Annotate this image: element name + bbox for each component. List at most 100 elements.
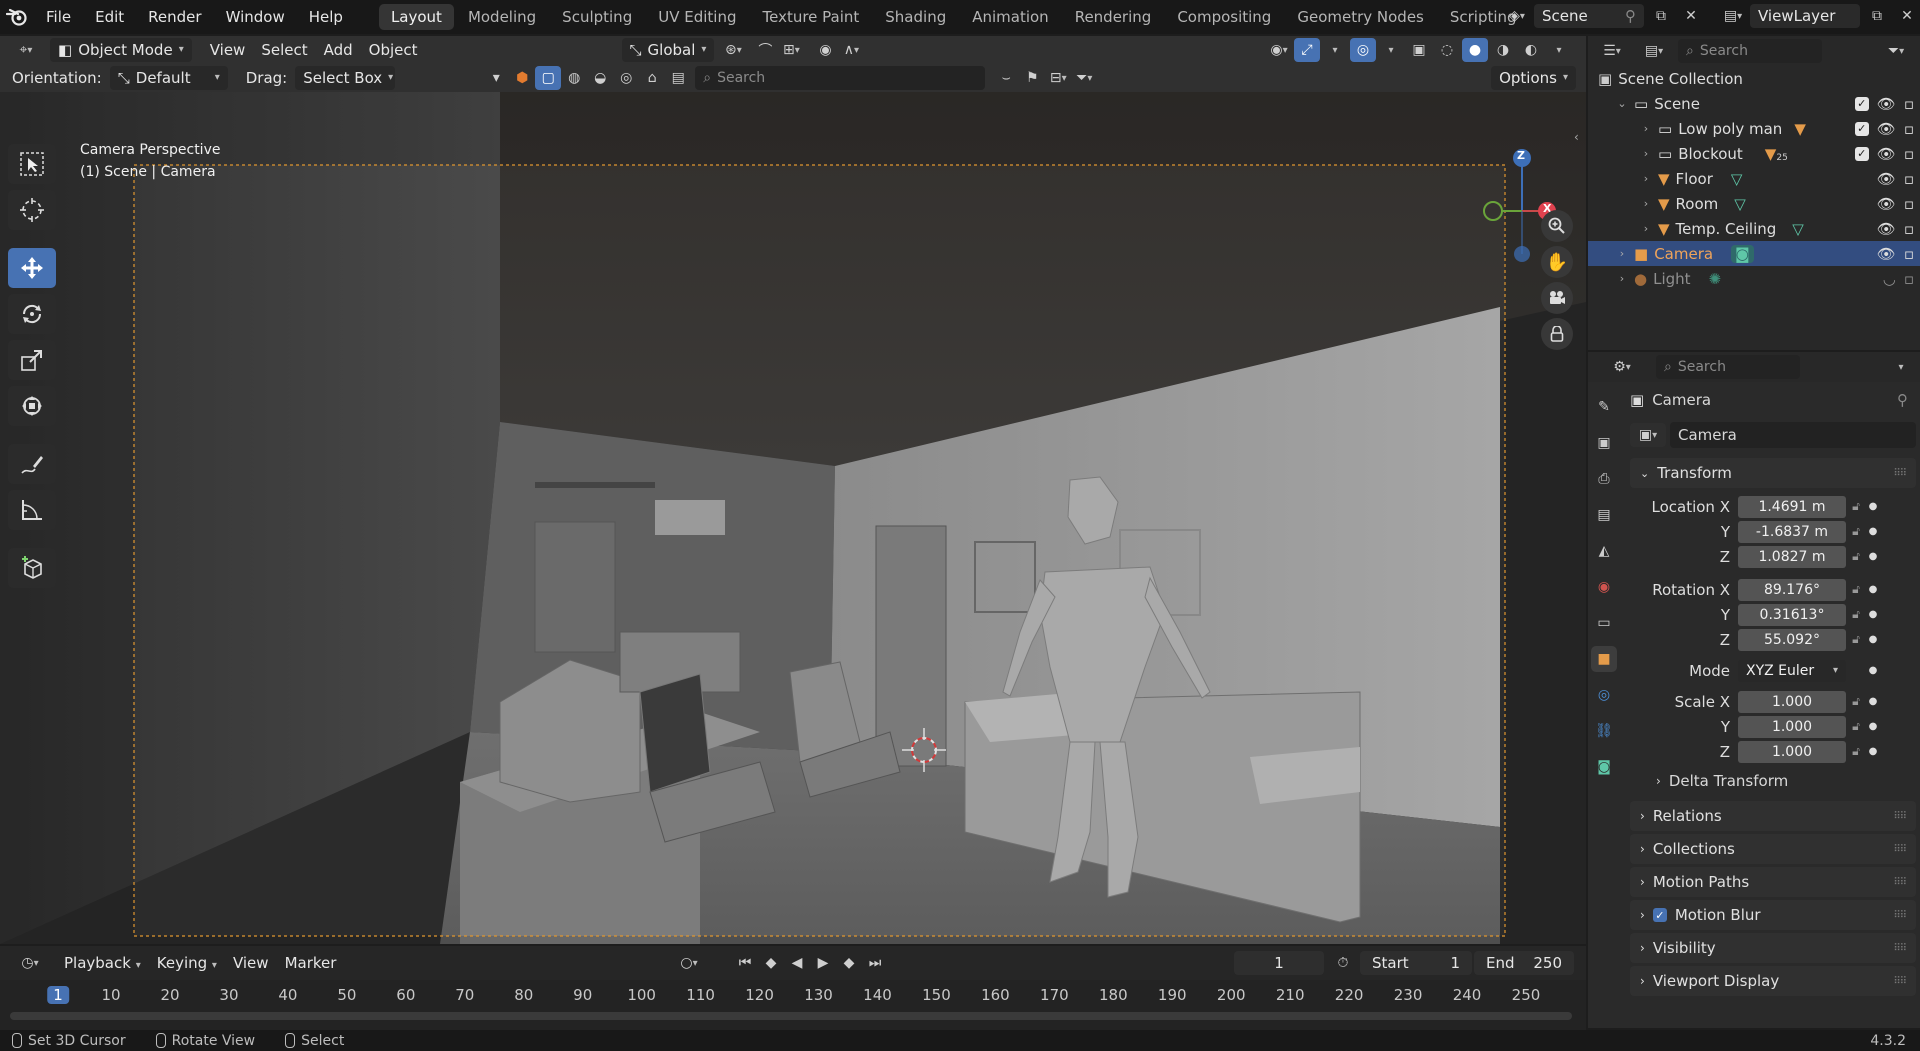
eye-icon[interactable]: 👁 (1877, 95, 1896, 113)
frame-tick-label[interactable]: 130 (804, 986, 833, 1004)
properties-editor-type-icon[interactable]: ⚙ ▾ (1604, 355, 1640, 379)
render-camera-icon[interactable]: ▫ (1904, 245, 1914, 263)
menu-playback[interactable]: Playback ▾ (56, 951, 149, 975)
outliner-item-light[interactable]: › ● Light ✺ ◡ ▫ (1588, 266, 1920, 291)
shading-options-icon[interactable]: ▾ (1546, 38, 1572, 62)
frame-tick-label[interactable]: 150 (922, 986, 951, 1004)
orientation-dropdown[interactable]: ⤡ Default ▾ (109, 66, 228, 90)
location-x-field[interactable]: 1.4691 m (1738, 495, 1846, 518)
add-cube-tool-icon[interactable] (8, 548, 56, 588)
curve-icon[interactable]: ⌣ (993, 66, 1019, 90)
frame-tick-label[interactable]: 190 (1158, 986, 1187, 1004)
scale-z-field[interactable]: 1.000 (1738, 740, 1846, 763)
expand-chevron-icon[interactable]: › (1640, 197, 1652, 210)
properties-search-input[interactable]: ⌕ Search (1656, 355, 1800, 379)
end-frame-field[interactable]: End 250 (1474, 951, 1574, 975)
frame-tick-label[interactable]: 170 (1040, 986, 1069, 1004)
camera-data-tab-icon[interactable]: ◙ (1591, 754, 1617, 780)
play-reverse-icon[interactable]: ◀ (784, 951, 810, 975)
rotation-mode-dropdown[interactable]: XYZ Euler ▾ (1738, 659, 1846, 682)
editor-type-icon[interactable]: ⌖ ▾ (8, 38, 44, 62)
rotation-z-field[interactable]: 55.092° (1738, 628, 1846, 651)
lock-icon[interactable]: 🔓︎ (1846, 632, 1866, 647)
scene-name-field[interactable]: Scene ⚲ (1534, 4, 1644, 28)
sidebar-toggle-icon[interactable]: ‹ (1574, 130, 1579, 144)
render-camera-icon[interactable]: ▫ (1904, 95, 1914, 113)
relations-panel-header[interactable]: › Relations ⠿⠿ (1630, 801, 1916, 831)
collections-panel-header[interactable]: › Collections ⠿⠿ (1630, 834, 1916, 864)
frame-tick-label[interactable]: 200 (1217, 986, 1246, 1004)
filter-brush-icon[interactable]: ⌂ (639, 66, 665, 90)
expand-chevron-icon[interactable]: › (1640, 147, 1652, 160)
outliner-item-camera[interactable]: › ■ Camera ◙ 👁 ▫ (1588, 241, 1920, 266)
outliner-item-low-poly-man[interactable]: › ▭ Low poly man ▼ ✓ 👁 ▫ (1588, 116, 1920, 141)
outliner-item-room[interactable]: › ▼ Room ▽ 👁 ▫ (1588, 191, 1920, 216)
visibility-panel-header[interactable]: › Visibility ⠿⠿ (1630, 933, 1916, 963)
expand-chevron-icon[interactable]: ⌄ (1616, 97, 1628, 110)
zoom-icon[interactable] (1541, 210, 1573, 242)
scene-selector-icon[interactable]: ◈ ▾ (1504, 4, 1530, 28)
menu-render[interactable]: Render (136, 0, 213, 34)
frame-tick-label[interactable]: 120 (745, 986, 774, 1004)
keyframe-dot-icon[interactable]: ● (1866, 665, 1880, 676)
frame-tick-label[interactable]: 220 (1335, 986, 1364, 1004)
render-camera-icon[interactable]: ▫ (1904, 120, 1914, 138)
display-mode-icon[interactable]: ⊟ ▾ (1045, 66, 1071, 90)
view-layer-tab-icon[interactable]: ▤ (1591, 502, 1617, 528)
xray-toggle-icon[interactable]: ▣ (1406, 38, 1432, 62)
annotate-tool-icon[interactable] (8, 444, 56, 484)
menu-keying[interactable]: Keying ▾ (149, 951, 225, 975)
frame-tick-label[interactable]: 40 (278, 986, 297, 1004)
filter-icon[interactable]: ⏷ ▾ (1071, 66, 1097, 90)
eye-icon[interactable]: 👁 (1877, 245, 1896, 263)
filter-drop-icon[interactable]: ◒ (587, 66, 613, 90)
menu-select[interactable]: Select (253, 38, 315, 62)
filter-funnel-icon[interactable]: ⏷ ▾ (1878, 39, 1914, 63)
lock-icon[interactable]: 🔓︎ (1846, 607, 1866, 622)
object-browse-icon[interactable]: ▣ ▾ (1630, 423, 1666, 447)
frame-tick-label[interactable]: 100 (627, 986, 656, 1004)
rotation-x-field[interactable]: 89.176° (1738, 578, 1846, 601)
tab-shading[interactable]: Shading (873, 4, 958, 30)
drag-grip-icon[interactable]: ⠿⠿ (1893, 877, 1907, 888)
view-layer-field[interactable]: ViewLayer (1750, 4, 1860, 28)
timeline-editor-type-icon[interactable]: ◷ ▾ (12, 951, 48, 975)
object-name-field[interactable]: Camera (1670, 422, 1916, 448)
outliner-search-input[interactable]: ⌕ Search (1678, 39, 1822, 63)
motion-blur-panel-header[interactable]: › ✓ Motion Blur ⠿⠿ (1630, 900, 1916, 930)
collapse-icon[interactable]: ▾ (483, 66, 509, 90)
display-mode-icon[interactable]: ▤ ▾ (1636, 39, 1672, 63)
transform-orientation-dropdown[interactable]: ⤡ Global ▾ (621, 38, 715, 62)
location-y-field[interactable]: -1.6837 m (1738, 520, 1846, 543)
tool-tab-icon[interactable]: ✎ (1591, 394, 1617, 420)
include-checkbox[interactable]: ✓ (1854, 146, 1869, 161)
eye-icon[interactable]: 👁 (1877, 145, 1896, 163)
view-layer-selector-icon[interactable]: ▤ ▾ (1720, 4, 1746, 28)
include-checkbox[interactable]: ✓ (1854, 121, 1869, 136)
tab-rendering[interactable]: Rendering (1063, 4, 1164, 30)
lock-icon[interactable]: 🔓︎ (1846, 694, 1866, 709)
scale-x-field[interactable]: 1.000 (1738, 690, 1846, 713)
start-frame-field[interactable]: Start 1 (1360, 951, 1472, 975)
menu-edit[interactable]: Edit (83, 0, 136, 34)
wireframe-shading-icon[interactable]: ◌ (1434, 38, 1460, 62)
frame-tick-label[interactable]: 210 (1276, 986, 1305, 1004)
lock-icon[interactable]: 🔓︎ (1846, 549, 1866, 564)
new-scene-icon[interactable]: ⧉ (1648, 4, 1674, 28)
frame-tick-label[interactable]: 240 (1453, 986, 1482, 1004)
menu-view[interactable]: View (202, 38, 254, 62)
frame-tick-label[interactable]: 110 (686, 986, 715, 1004)
keyframe-dot-icon[interactable]: ● (1866, 526, 1880, 537)
jump-end-icon[interactable]: ⏭ (862, 951, 888, 975)
menu-object[interactable]: Object (361, 38, 426, 62)
keyframe-dot-icon[interactable]: ● (1866, 609, 1880, 620)
eye-icon[interactable]: 👁 (1877, 120, 1896, 138)
keyframe-dot-icon[interactable]: ● (1866, 721, 1880, 732)
menu-file[interactable]: File (34, 0, 83, 34)
outliner-editor-type-icon[interactable]: ☰ ▾ (1594, 39, 1630, 63)
constraints-tab-icon[interactable]: ⛓ (1591, 718, 1617, 744)
delta-transform-subpanel[interactable]: › Delta Transform (1630, 764, 1916, 798)
3d-viewport[interactable]: ⌖ ▾ ◧ Object Mode ▾ View Select Add Objec… (0, 36, 1586, 944)
object-types-icon[interactable]: ⬢ (509, 66, 535, 90)
timeline-scrollbar[interactable] (10, 1012, 1572, 1020)
